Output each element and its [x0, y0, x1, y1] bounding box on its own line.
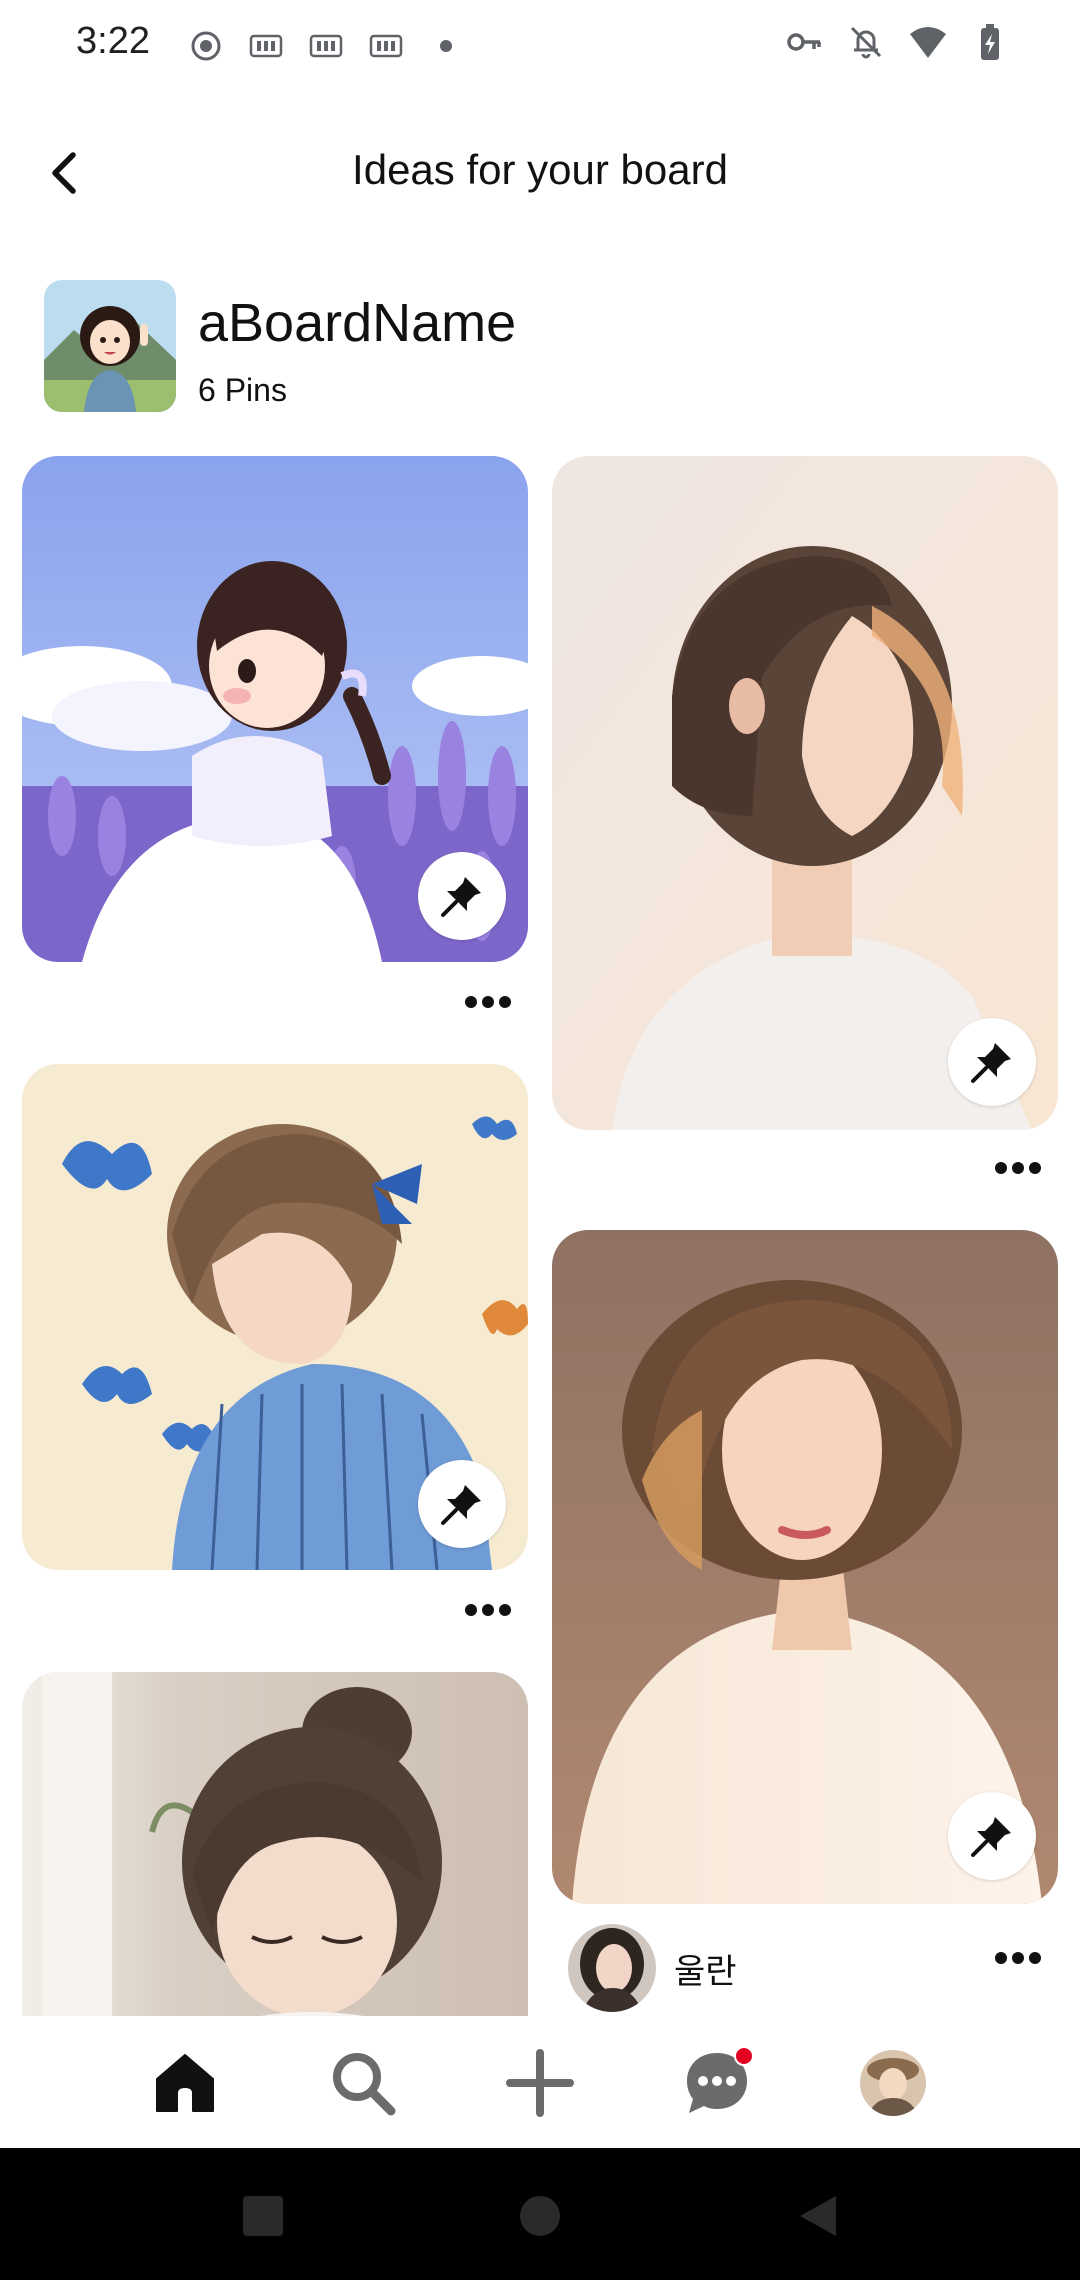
- author-name: 울란: [674, 1952, 737, 1991]
- save-pin-button[interactable]: [948, 1792, 1036, 1880]
- pin-card[interactable]: [22, 456, 528, 1016]
- square-icon: [243, 2196, 283, 2236]
- board-name: aBoardName: [198, 293, 517, 353]
- page-title: Ideas for your board: [352, 146, 728, 193]
- ellipsis-icon: [465, 1604, 511, 1616]
- status-left-icons: [186, 26, 466, 66]
- pin-card[interactable]: [22, 1064, 528, 1624]
- bell-off-icon: [850, 26, 882, 59]
- author-avatar: [568, 1924, 656, 2012]
- wifi-icon: [910, 27, 946, 58]
- pin-card[interactable]: [22, 1672, 528, 2016]
- circle-icon: [520, 2196, 560, 2236]
- triangle-back-icon: [800, 2196, 836, 2236]
- home-icon: [156, 2054, 214, 2112]
- ellipsis-icon: [995, 1162, 1041, 1174]
- save-pin-button[interactable]: [948, 1018, 1036, 1106]
- save-pin-button[interactable]: [418, 852, 506, 940]
- header: Ideas for your board: [0, 120, 1080, 224]
- pin-card[interactable]: [552, 456, 1058, 1182]
- ellipsis-icon: [465, 996, 511, 1008]
- ellipsis-icon: [995, 1952, 1041, 1964]
- profile-avatar: [860, 2050, 926, 2116]
- nav-search[interactable]: [320, 2040, 406, 2126]
- pin-image[interactable]: [22, 1672, 528, 2016]
- more-options-button[interactable]: [458, 1590, 518, 1630]
- more-options-button[interactable]: [988, 1148, 1048, 1188]
- board-thumbnail: [44, 280, 176, 412]
- plus-icon: [506, 2049, 574, 2117]
- status-right-icons: [784, 22, 1010, 62]
- home-system-button[interactable]: [512, 2188, 568, 2244]
- iqiyi-icon: [369, 34, 403, 58]
- battery-charging-icon: [981, 24, 999, 60]
- pushpin-icon: [971, 1043, 1011, 1083]
- save-pin-button[interactable]: [418, 1460, 506, 1548]
- iqiyi-icon: [249, 34, 283, 58]
- record-icon: [191, 31, 221, 61]
- nav-home[interactable]: [142, 2040, 228, 2126]
- dot-icon: [440, 40, 452, 52]
- notification-badge: [734, 2046, 754, 2066]
- pin-card[interactable]: 울란: [552, 1230, 1058, 2016]
- more-options-button[interactable]: [988, 1938, 1048, 1978]
- nav-create[interactable]: [497, 2040, 583, 2126]
- pushpin-icon: [971, 1817, 1011, 1857]
- search-icon: [333, 2053, 396, 2116]
- status-time: 3:22: [76, 20, 150, 62]
- more-options-button[interactable]: [458, 982, 518, 1022]
- board-pin-count: 6 Pins: [198, 372, 287, 408]
- key-icon: [787, 33, 821, 51]
- nav-messages[interactable]: [674, 2040, 760, 2126]
- screen: 3:22 Ideas for your board aBoardName 6 P…: [0, 0, 1080, 2280]
- status-bar: 3:22: [0, 0, 1080, 88]
- back-system-button[interactable]: [790, 2188, 846, 2244]
- nav-profile[interactable]: [850, 2040, 936, 2126]
- pushpin-icon: [441, 1485, 481, 1525]
- recents-button[interactable]: [235, 2188, 291, 2244]
- iqiyi-icon: [309, 34, 343, 58]
- bottom-nav: [0, 2016, 1080, 2148]
- pushpin-icon: [441, 877, 481, 917]
- board-info[interactable]: aBoardName 6 Pins: [44, 280, 1044, 414]
- system-nav-bar: [0, 2148, 1080, 2280]
- pins-grid: 울란: [0, 456, 1080, 2016]
- pin-author[interactable]: 울란: [568, 1924, 737, 2012]
